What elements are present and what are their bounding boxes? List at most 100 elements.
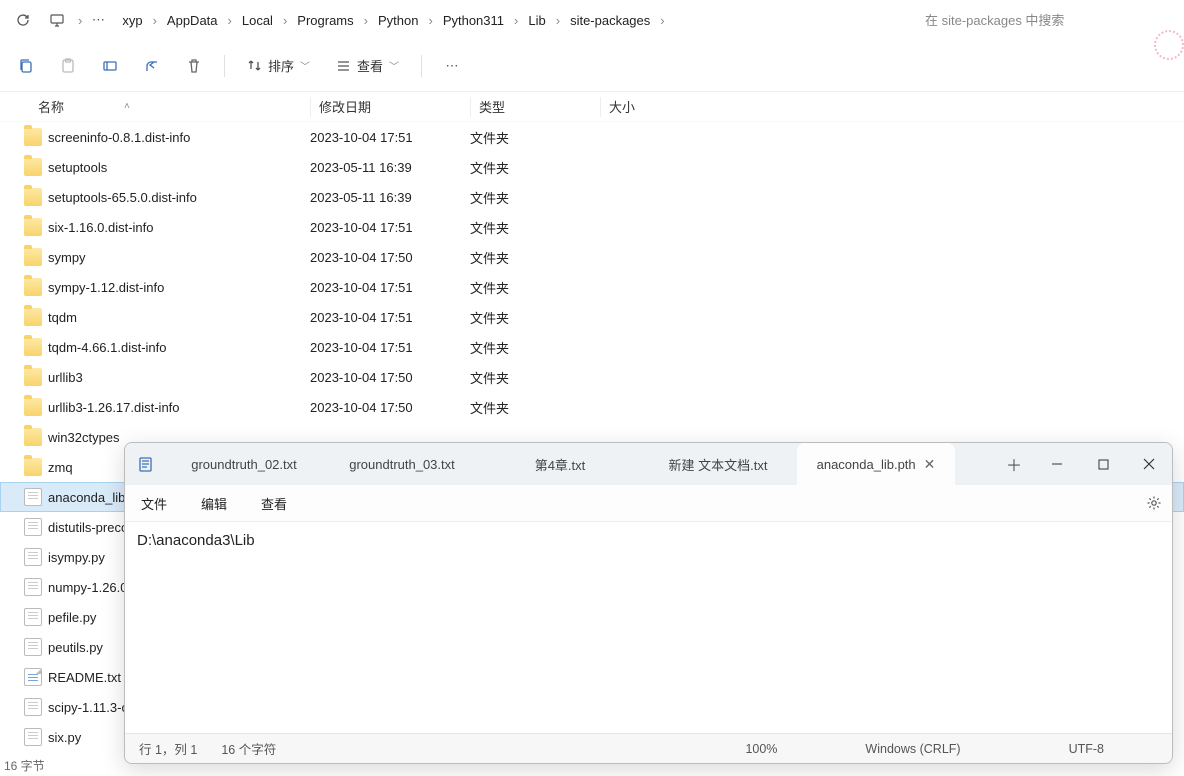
chevron-right-icon: › xyxy=(362,13,370,28)
tab-label: anaconda_lib.pth xyxy=(817,457,916,472)
share-button[interactable] xyxy=(136,50,168,82)
chevron-right-icon: › xyxy=(281,13,289,28)
folder-icon xyxy=(24,368,42,386)
header-name[interactable]: 名称˄ xyxy=(0,97,310,116)
breadcrumb-path[interactable]: xyp›AppData›Local›Programs›Python›Python… xyxy=(116,9,902,32)
file-row[interactable]: sympy-1.12.dist-info2023-10-04 17:51文件夹 xyxy=(0,272,1184,302)
file-type: 文件夹 xyxy=(470,308,600,327)
view-button[interactable]: 查看 ﹀ xyxy=(328,52,407,79)
sort-button[interactable]: 排序 ﹀ xyxy=(239,52,318,79)
notepad-app-icon xyxy=(125,443,165,485)
file-row[interactable]: urllib3-1.26.17.dist-info2023-10-04 17:5… xyxy=(0,392,1184,422)
breadcrumb-segment[interactable]: xyp xyxy=(116,9,148,32)
folder-icon xyxy=(24,158,42,176)
file-row[interactable]: tqdm-4.66.1.dist-info2023-10-04 17:51文件夹 xyxy=(0,332,1184,362)
file-icon xyxy=(24,488,42,506)
folder-icon xyxy=(24,128,42,146)
settings-button[interactable] xyxy=(1146,495,1162,511)
notepad-tab[interactable]: 新建 文本文档.txt xyxy=(639,443,797,485)
refresh-button[interactable] xyxy=(8,5,38,35)
breadcrumb-segment[interactable]: Local xyxy=(236,9,279,32)
overflow-icon[interactable]: ⋯ xyxy=(88,5,108,35)
notepad-tabs: groundtruth_02.txtgroundtruth_03.txt第4章.… xyxy=(165,443,994,485)
file-row[interactable]: six-1.16.0.dist-info2023-10-04 17:51文件夹 xyxy=(0,212,1184,242)
new-tab-button[interactable]: ＋ xyxy=(994,443,1034,485)
close-tab-icon[interactable]: ✕ xyxy=(924,456,936,473)
file-type: 文件夹 xyxy=(470,398,600,417)
chevron-right-icon: › xyxy=(512,13,520,28)
notepad-tab[interactable]: groundtruth_02.txt xyxy=(165,443,323,485)
maximize-button[interactable] xyxy=(1080,443,1126,485)
notepad-editor[interactable]: D:\anaconda3\Lib xyxy=(125,521,1172,733)
folder-icon xyxy=(24,338,42,356)
folder-icon xyxy=(24,458,42,476)
breadcrumb-segment[interactable]: Programs xyxy=(291,9,359,32)
file-date: 2023-10-04 17:51 xyxy=(310,340,470,355)
copy-button[interactable] xyxy=(10,50,42,82)
notepad-titlebar[interactable]: groundtruth_02.txtgroundtruth_03.txt第4章.… xyxy=(125,443,1172,485)
rename-button[interactable] xyxy=(94,50,126,82)
search-input[interactable]: 在 site-packages 中搜索 xyxy=(916,5,1176,35)
file-row[interactable]: setuptools-65.5.0.dist-info2023-05-11 16… xyxy=(0,182,1184,212)
delete-button[interactable] xyxy=(178,50,210,82)
menu-edit[interactable]: 编辑 xyxy=(195,490,233,517)
file-icon xyxy=(24,548,42,566)
more-button[interactable]: ⋯ xyxy=(436,50,468,82)
folder-icon xyxy=(24,398,42,416)
notepad-tab[interactable]: 第4章.txt xyxy=(481,443,639,485)
chevron-down-icon: ﹀ xyxy=(389,58,399,73)
column-headers[interactable]: 名称˄ 修改日期 类型 大小 xyxy=(0,92,1184,122)
file-type: 文件夹 xyxy=(470,158,600,177)
file-type: 文件夹 xyxy=(470,368,600,387)
file-row[interactable]: tqdm2023-10-04 17:51文件夹 xyxy=(0,302,1184,332)
file-date: 2023-10-04 17:51 xyxy=(310,220,470,235)
file-icon xyxy=(24,608,42,626)
separator xyxy=(421,55,422,77)
file-row[interactable]: urllib32023-10-04 17:50文件夹 xyxy=(0,362,1184,392)
file-name: sympy xyxy=(48,250,310,265)
file-icon xyxy=(24,578,42,596)
paste-button[interactable] xyxy=(52,50,84,82)
view-label: 查看 xyxy=(357,56,383,75)
breadcrumb-segment[interactable]: Lib xyxy=(522,9,551,32)
chevron-right-icon: › xyxy=(76,13,84,28)
folder-icon xyxy=(24,188,42,206)
status-position: 行 1，列 1 xyxy=(139,739,197,758)
address-bar: › ⋯ xyp›AppData›Local›Programs›Python›Py… xyxy=(0,0,1184,40)
file-type: 文件夹 xyxy=(470,278,600,297)
notepad-tab[interactable]: groundtruth_03.txt xyxy=(323,443,481,485)
status-chars: 16 个字符 xyxy=(221,739,276,758)
chevron-right-icon: › xyxy=(554,13,562,28)
file-date: 2023-10-04 17:51 xyxy=(310,130,470,145)
file-row[interactable]: screeninfo-0.8.1.dist-info2023-10-04 17:… xyxy=(0,122,1184,152)
file-row[interactable]: setuptools2023-05-11 16:39文件夹 xyxy=(0,152,1184,182)
file-name: urllib3-1.26.17.dist-info xyxy=(48,400,310,415)
file-type: 文件夹 xyxy=(470,188,600,207)
menu-file[interactable]: 文件 xyxy=(135,490,173,517)
header-date[interactable]: 修改日期 xyxy=(310,97,470,117)
file-date: 2023-10-04 17:50 xyxy=(310,250,470,265)
breadcrumb-segment[interactable]: AppData xyxy=(161,9,224,32)
file-type: 文件夹 xyxy=(470,248,600,267)
file-icon xyxy=(24,698,42,716)
minimize-button[interactable] xyxy=(1034,443,1080,485)
file-row[interactable]: sympy2023-10-04 17:50文件夹 xyxy=(0,242,1184,272)
notepad-statusbar: 行 1，列 1 16 个字符 100% Windows (CRLF) UTF-8 xyxy=(125,733,1172,763)
file-name: screeninfo-0.8.1.dist-info xyxy=(48,130,310,145)
notepad-tab[interactable]: anaconda_lib.pth ✕ xyxy=(797,443,955,485)
txt-icon xyxy=(24,668,42,686)
file-type: 文件夹 xyxy=(470,338,600,357)
menu-view[interactable]: 查看 xyxy=(255,490,293,517)
breadcrumb-segment[interactable]: Python311 xyxy=(437,9,510,32)
notepad-window: groundtruth_02.txtgroundtruth_03.txt第4章.… xyxy=(124,442,1173,764)
file-name: tqdm-4.66.1.dist-info xyxy=(48,340,310,355)
file-name: sympy-1.12.dist-info xyxy=(48,280,310,295)
monitor-icon[interactable] xyxy=(42,5,72,35)
header-type[interactable]: 类型 xyxy=(470,97,600,117)
breadcrumb-segment[interactable]: site-packages xyxy=(564,9,656,32)
file-name: setuptools-65.5.0.dist-info xyxy=(48,190,310,205)
status-eol: Windows (CRLF) xyxy=(865,742,960,756)
close-button[interactable] xyxy=(1126,443,1172,485)
breadcrumb-segment[interactable]: Python xyxy=(372,9,424,32)
header-size[interactable]: 大小 xyxy=(600,97,700,117)
